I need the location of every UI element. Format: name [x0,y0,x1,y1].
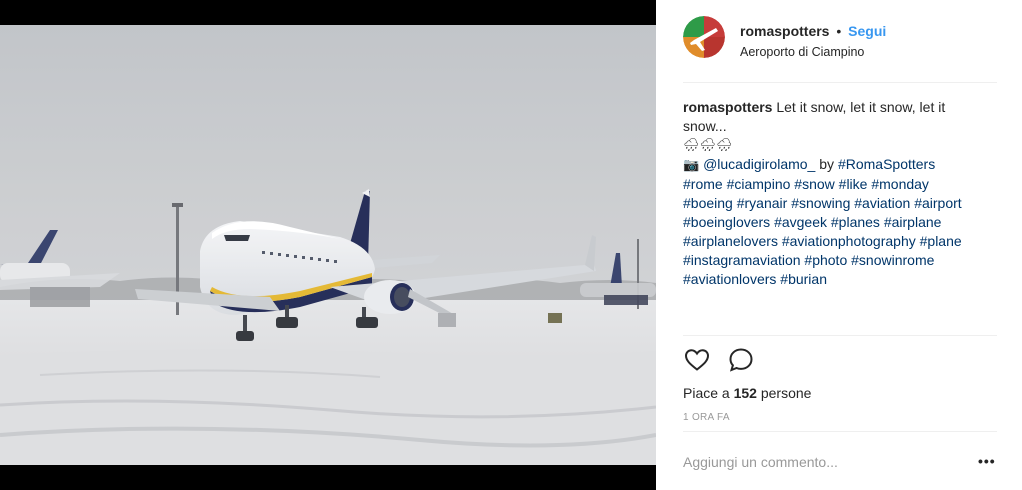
follow-button[interactable]: Segui [848,23,886,39]
hashtag-link[interactable]: #instagramaviation [683,252,801,268]
hashtag-link[interactable]: #aviationlovers [683,271,776,287]
likes-number: 152 [733,385,757,401]
hashtag-link[interactable]: #airplane [884,214,942,230]
heart-icon [684,349,710,371]
comment-bubble-icon [729,348,753,372]
caption-divider [683,335,997,336]
post-caption: romaspotters Let it snow, let it snow, l… [683,98,993,289]
user-line: romaspotters • Segui [740,23,886,39]
snowy-airport-photo [0,25,656,465]
hashtag-link[interactable]: #monday [871,176,929,192]
post-actions [683,346,763,374]
hashtag-link[interactable]: #ciampino [727,176,791,192]
comment-divider [683,431,997,432]
hashtag-link[interactable]: #plane [920,233,962,249]
hashtag-link[interactable]: #boeing [683,195,733,211]
header-divider [683,82,997,83]
hashtag-line: #instagramaviation #photo #snowinrome [683,251,993,270]
camera-icon: 📷 [683,158,700,173]
post-media-area [0,0,656,490]
romaspotters-logo-icon [683,16,725,58]
hashtag-link[interactable]: #burian [780,271,827,287]
likes-prefix: Piace a [683,385,730,401]
hashtag-link[interactable]: #aviation [854,195,910,211]
caption-text-line1: Let it snow, let it snow, let it [776,99,946,115]
separator-dot: • [836,23,842,39]
mention-link[interactable]: @lucadigirolamo_ [703,156,815,172]
caption-by-text: by [819,156,835,172]
hashtag-link[interactable]: #planes [831,214,880,230]
hashtag-line: #rome #ciampino #snow #like #monday [683,175,993,194]
hashtag-line: #airplanelovers #aviationphotography #pl… [683,232,993,251]
hashtag-link[interactable]: #aviationphotography [782,233,916,249]
hashtag-link[interactable]: #snowinrome [851,252,934,268]
hashtag-link[interactable]: #rome [683,176,723,192]
location-link[interactable]: Aeroporto di Ciampino [740,45,864,59]
hashtag-link[interactable]: #like [839,176,868,192]
hashtag-line: #boeing #ryanair #snowing #aviation #air… [683,194,993,213]
avatar[interactable] [683,16,725,58]
comment-input[interactable] [683,447,953,477]
hashtag-link[interactable]: #avgeek [774,214,827,230]
likes-suffix: persone [760,385,812,401]
like-button[interactable] [683,346,711,374]
caption-username-link[interactable]: romaspotters [683,99,772,115]
username-link[interactable]: romaspotters [740,23,829,39]
post-timestamp[interactable]: 1 ORA FA [683,412,730,423]
hashtag-romaspotters-link[interactable]: #RomaSpotters [838,156,935,172]
caption-text-line2: snow... [683,118,727,134]
hashtag-link[interactable]: #airport [914,195,961,211]
hashtag-link[interactable]: #boeinglovers [683,214,770,230]
hashtag-link[interactable]: #snow [794,176,834,192]
hashtag-line: #boeinglovers #avgeek #planes #airplane [683,213,993,232]
hashtag-link[interactable]: #ryanair [737,195,788,211]
hashtag-link[interactable]: #photo [804,252,847,268]
hashtag-link[interactable]: #airplanelovers [683,233,778,249]
post-header: romaspotters • Segui Aeroporto di Ciampi… [683,16,997,66]
hashtag-line: #aviationlovers #burian [683,270,993,289]
post-sidebar: romaspotters • Segui Aeroporto di Ciampi… [656,0,1022,490]
post-photo[interactable] [0,25,656,465]
comment-button[interactable] [727,346,755,374]
likes-count[interactable]: Piace a 152 persone [683,385,811,401]
hashtag-link[interactable]: #snowing [791,195,850,211]
rain-cloud-icon: 🌧🌧🌧 [683,138,733,153]
more-options-icon[interactable]: ••• [978,454,998,470]
